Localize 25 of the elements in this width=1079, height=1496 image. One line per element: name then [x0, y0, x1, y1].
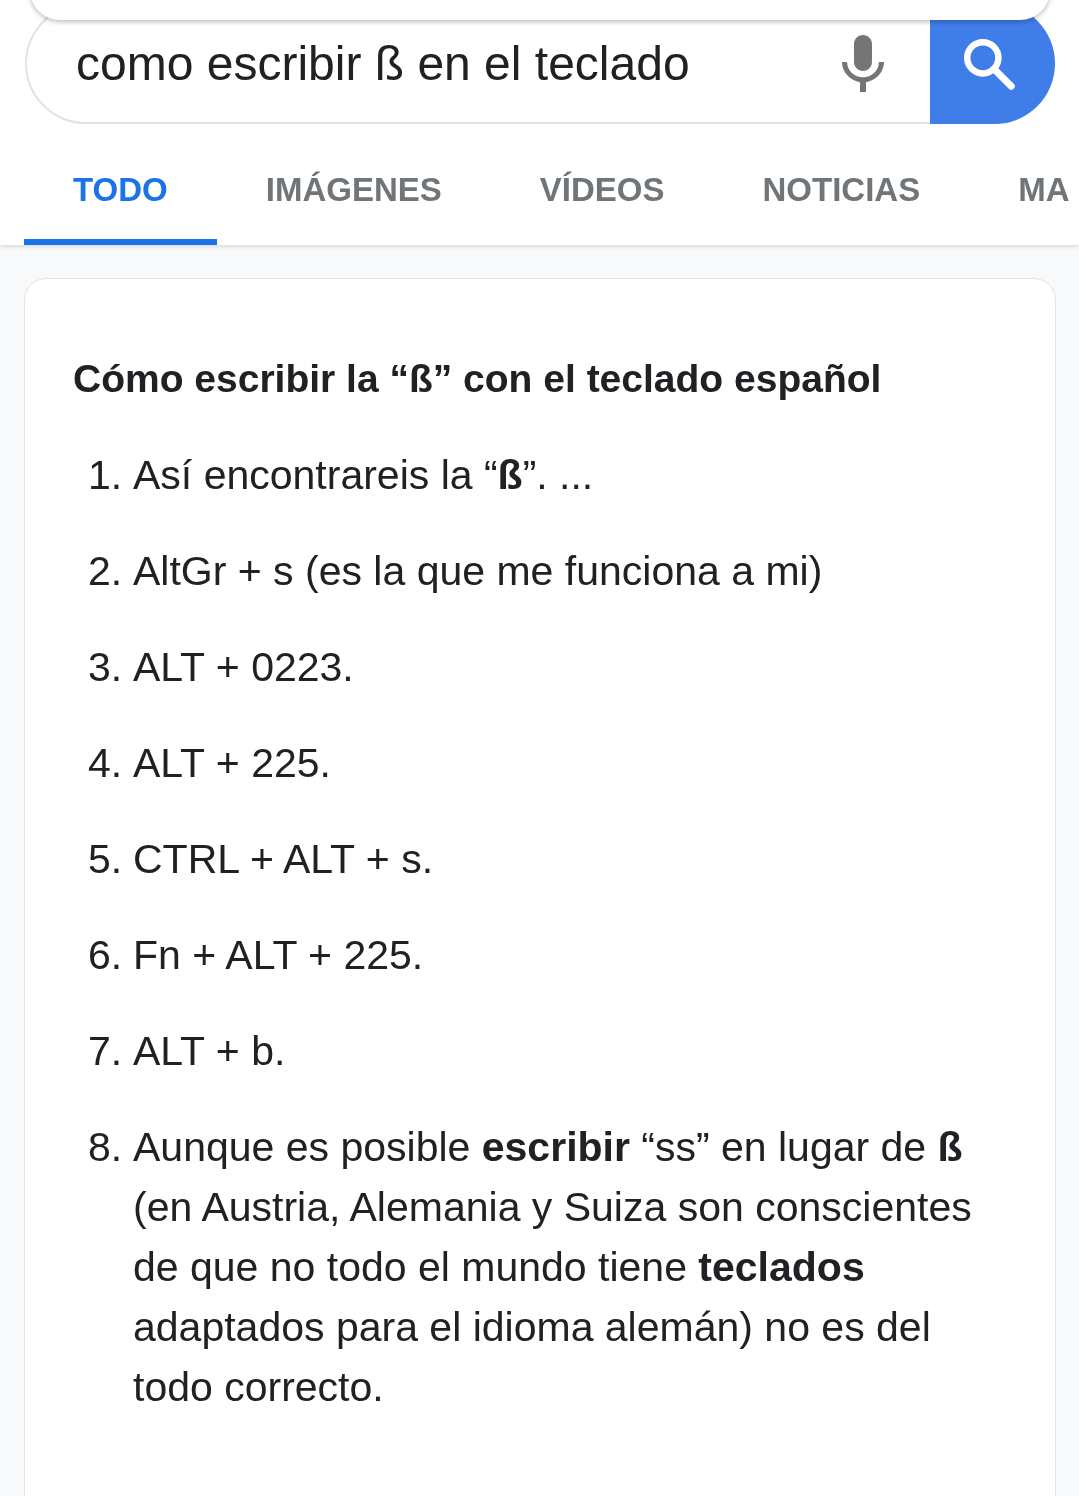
step-number: 5.	[88, 835, 124, 884]
step-number: 2.	[88, 547, 124, 596]
card-title: Cómo escribir la “ß” con el teclado español	[73, 356, 882, 402]
step-number: 8.	[88, 1123, 124, 1172]
step-text: ALT + 225.	[133, 739, 332, 788]
step-number: 3.	[88, 643, 124, 692]
step-number: 7.	[88, 1027, 124, 1076]
step-text: Así encontrareis la “ß”. ...	[133, 451, 595, 500]
step-text: ALT + b.	[133, 1027, 287, 1076]
tab[interactable]: NOTICIAS	[713, 140, 970, 245]
step-text: CTRL + ALT + s.	[133, 835, 435, 884]
step-text: Fn + ALT + 225.	[133, 931, 425, 980]
step-text: AltGr + s (es la que me funciona a mi)	[133, 547, 824, 596]
step-text: ALT + 0223.	[133, 643, 355, 692]
tab[interactable]: TODO	[24, 140, 217, 245]
step-number: 1.	[88, 451, 124, 500]
step-number: 4.	[88, 739, 124, 788]
search-input[interactable]: como escribir ß en el teclado	[76, 27, 822, 100]
search-icon	[962, 37, 1015, 90]
step-number: 6.	[88, 931, 124, 980]
microphone-icon[interactable]	[842, 35, 884, 92]
tab[interactable]: VÍDEOS	[490, 140, 714, 245]
tab[interactable]: IMÁGENES	[216, 140, 491, 245]
step-text: Aunque es posible escribir “ss” en lugar de ß (en Austria, Alemania y Suiza son conscientes de que no todo el mundo tiene teclados adaptados para el idioma alemán) no es del todo correcto.	[133, 1123, 973, 1412]
tab[interactable]: MA	[969, 140, 1070, 245]
